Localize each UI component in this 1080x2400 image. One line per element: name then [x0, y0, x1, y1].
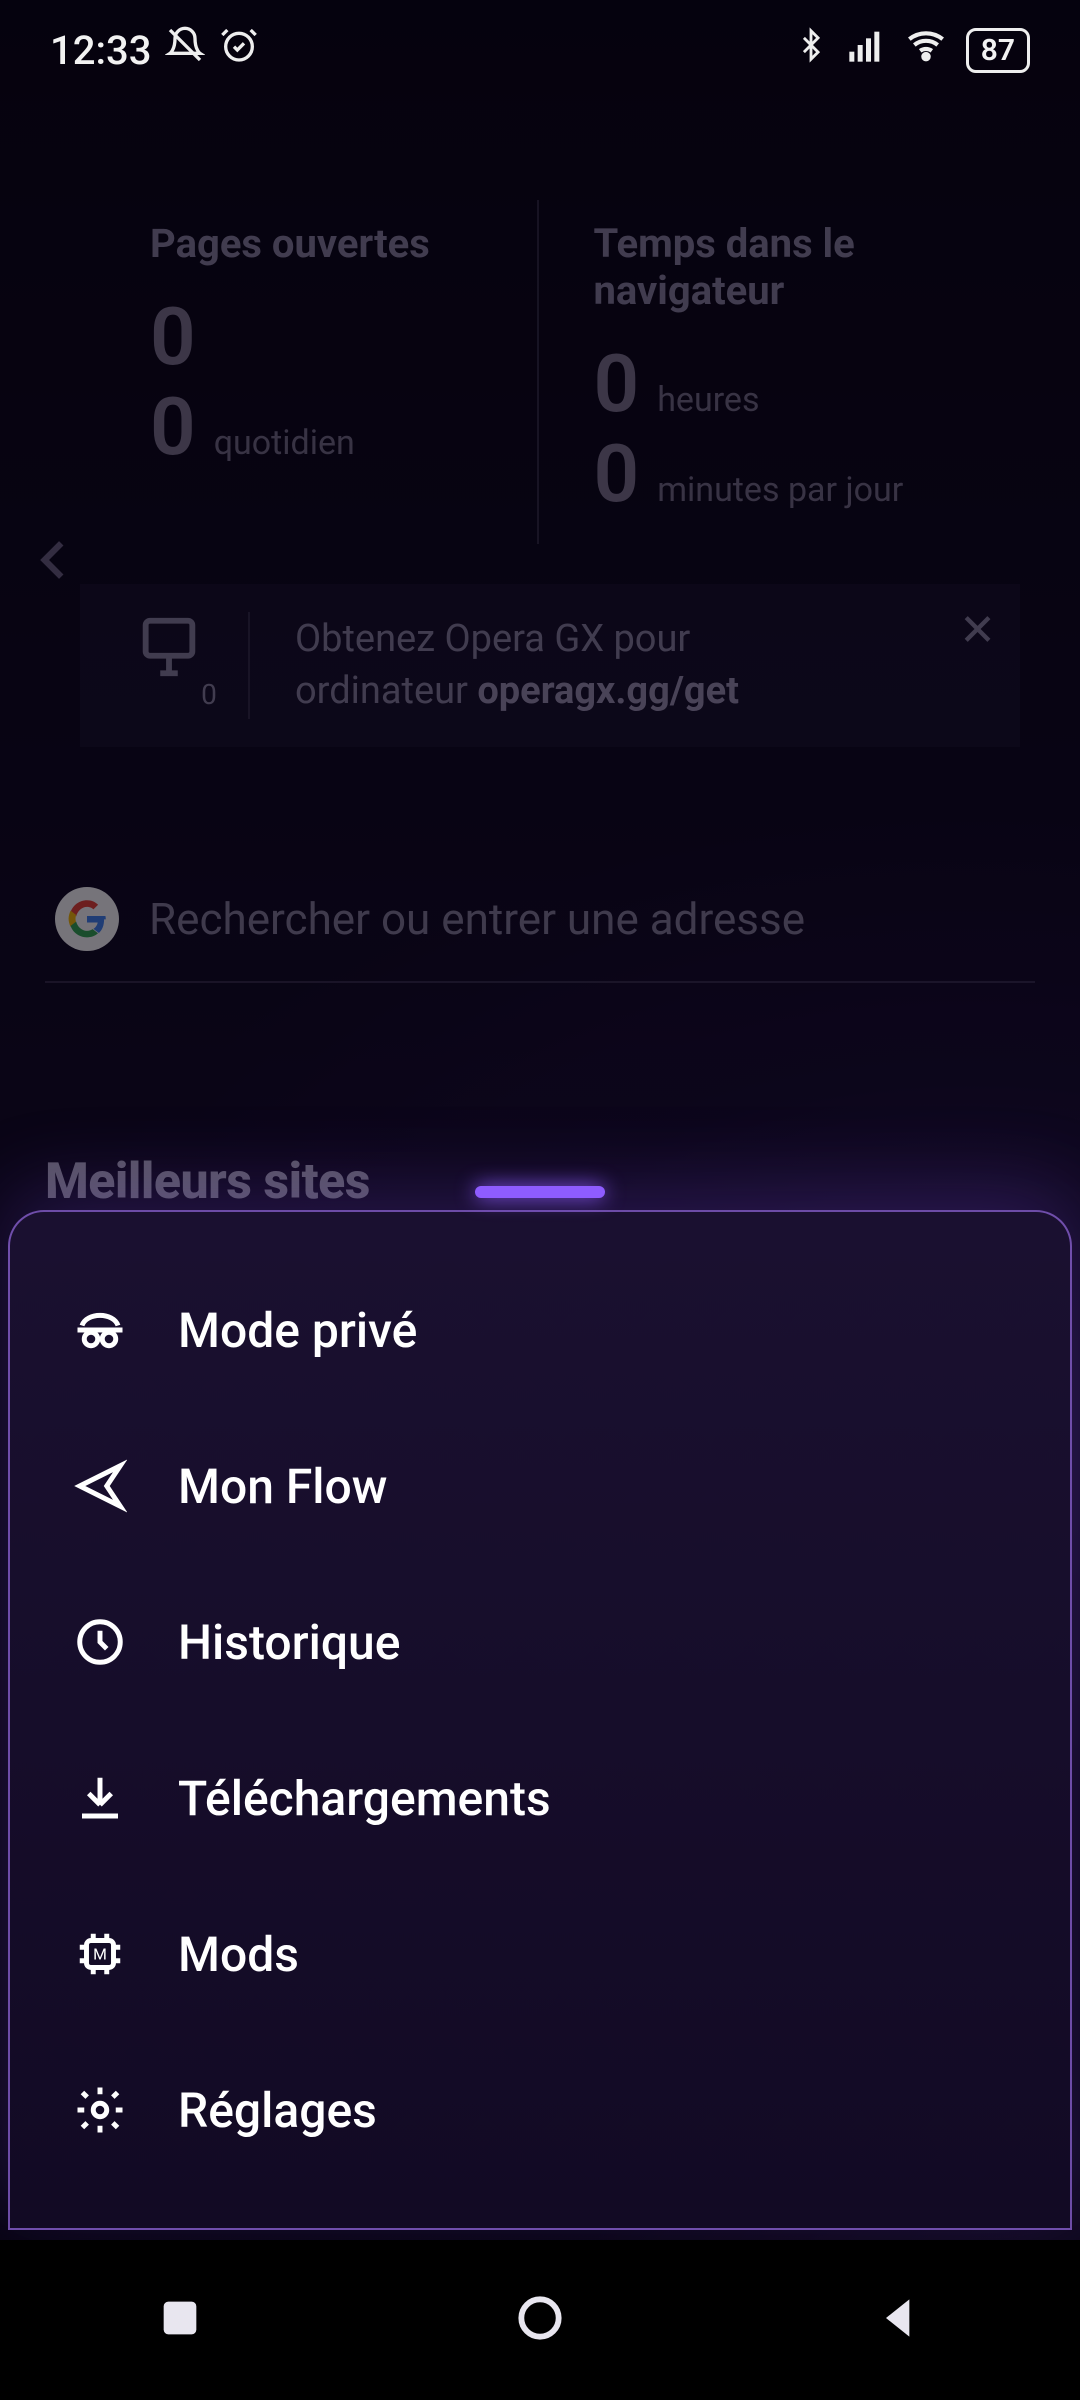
sheet-handle[interactable]: [475, 1186, 605, 1198]
incognito-icon: [70, 1300, 130, 1360]
svg-text:M: M: [93, 1945, 107, 1964]
menu-label: Mode privé: [178, 1302, 417, 1359]
alarm-icon: [219, 25, 259, 75]
menu-downloads[interactable]: Téléchargements: [10, 1720, 1070, 1876]
menu-mods[interactable]: M Mods: [10, 1876, 1070, 2032]
clock-icon: [70, 1612, 130, 1672]
chip-icon: M: [70, 1924, 130, 1984]
mute-icon: [165, 25, 205, 75]
menu-history[interactable]: Historique: [10, 1564, 1070, 1720]
signal-icon: [846, 25, 886, 75]
status-bar: 12:33 87: [0, 0, 1080, 100]
menu-label: Téléchargements: [178, 1770, 551, 1827]
wifi-icon: [904, 25, 948, 75]
menu-label: Mon Flow: [178, 1458, 387, 1515]
system-nav-bar: [0, 2240, 1080, 2400]
download-icon: [70, 1768, 130, 1828]
menu-settings[interactable]: Réglages: [10, 2032, 1070, 2188]
nav-back-button[interactable]: [872, 2290, 928, 2350]
nav-home-button[interactable]: [512, 2290, 568, 2350]
bottom-sheet-menu: Mode privé Mon Flow Historique Télécharg…: [8, 1210, 1072, 2230]
bluetooth-icon: [794, 25, 828, 75]
gear-icon: [70, 2080, 130, 2140]
nav-recent-button[interactable]: [152, 2290, 208, 2350]
battery-indicator: 87: [966, 28, 1030, 73]
send-icon: [70, 1456, 130, 1516]
menu-label: Réglages: [178, 2082, 377, 2139]
menu-label: Historique: [178, 1614, 400, 1671]
menu-private-mode[interactable]: Mode privé: [10, 1252, 1070, 1408]
menu-my-flow[interactable]: Mon Flow: [10, 1408, 1070, 1564]
status-time: 12:33: [50, 27, 151, 74]
menu-label: Mods: [178, 1926, 299, 1983]
